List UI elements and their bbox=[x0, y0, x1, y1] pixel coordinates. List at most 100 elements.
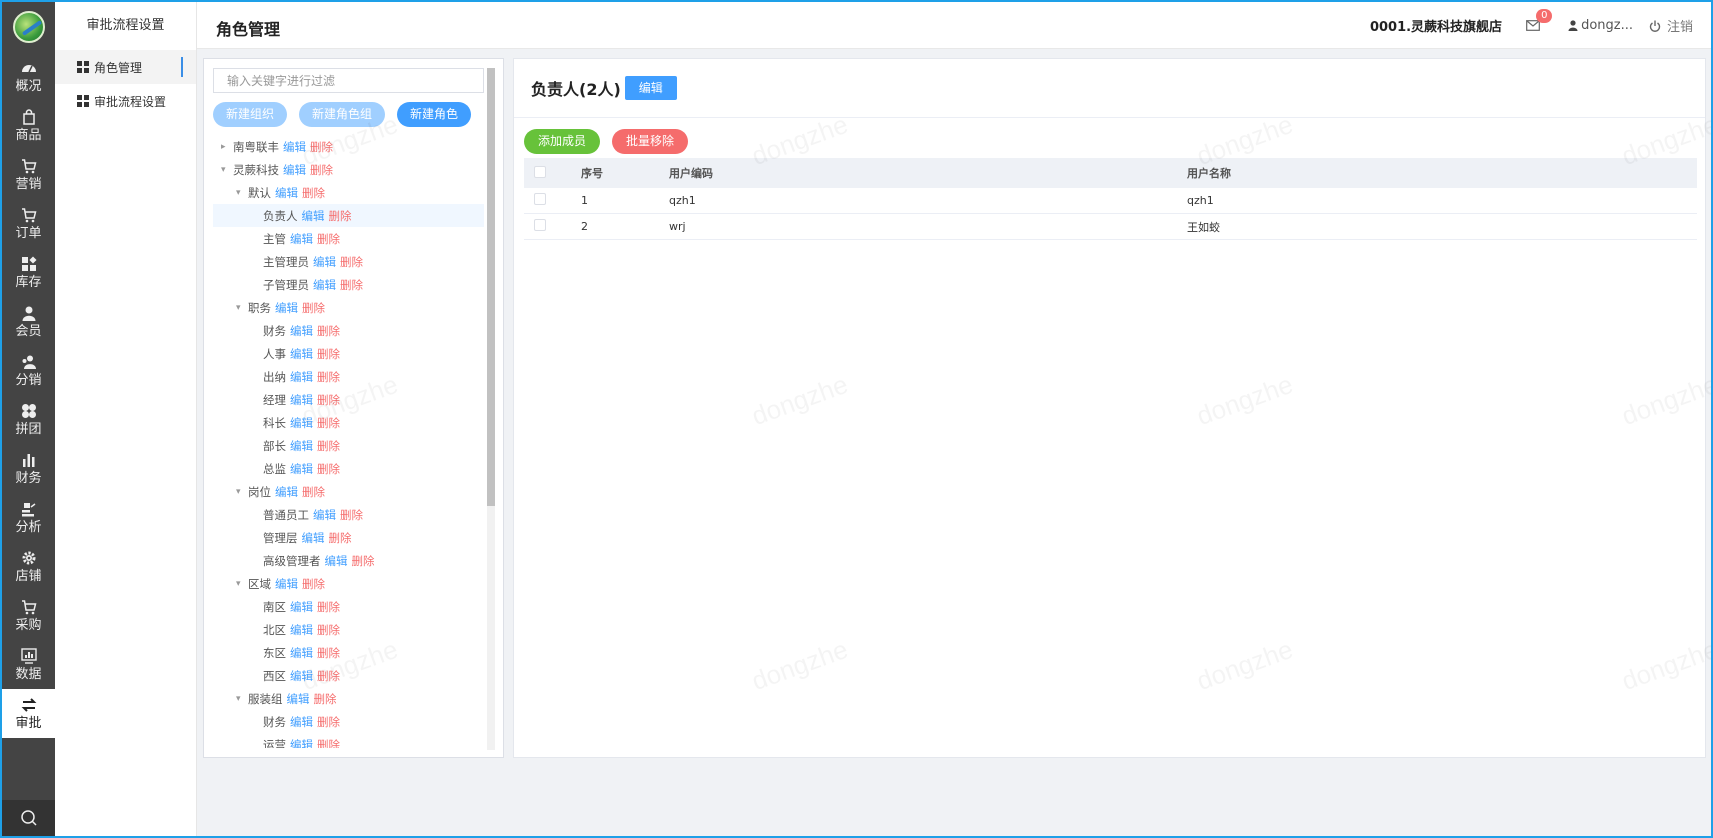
tree-node[interactable]: ▸ 南粤联丰 编辑 删除 bbox=[213, 135, 484, 158]
tree-node[interactable]: ▾ 岗位 编辑 删除 bbox=[213, 480, 484, 503]
tree-edit-link[interactable]: 编辑 bbox=[290, 461, 313, 477]
new-role-group-button[interactable]: 新建角色组 bbox=[299, 102, 386, 127]
nav-item-12[interactable]: 数据 bbox=[2, 640, 55, 689]
tree-node[interactable]: 总监 编辑 删除 bbox=[213, 457, 484, 480]
tree-edit-link[interactable]: 编辑 bbox=[302, 530, 325, 546]
tree-node[interactable]: ▾ 服装组 编辑 删除 bbox=[213, 687, 484, 710]
row-checkbox[interactable] bbox=[534, 193, 546, 205]
tree-node[interactable]: 运营 编辑 删除 bbox=[213, 733, 484, 749]
nav-item-13[interactable]: 审批 bbox=[2, 689, 55, 738]
tree-delete-link[interactable]: 删除 bbox=[317, 668, 340, 684]
tree-delete-link[interactable]: 删除 bbox=[302, 300, 325, 316]
tree-edit-link[interactable]: 编辑 bbox=[290, 714, 313, 730]
new-org-button[interactable]: 新建组织 bbox=[213, 102, 288, 127]
nav-item-4[interactable]: 库存 bbox=[2, 248, 55, 297]
tree-edit-link[interactable]: 编辑 bbox=[325, 553, 348, 569]
shop-name[interactable]: 0001.灵蕨科技旗舰店 bbox=[1370, 16, 1502, 35]
tree-scrollbar[interactable] bbox=[487, 68, 495, 750]
tree-node[interactable]: ▾ 区域 编辑 删除 bbox=[213, 572, 484, 595]
nav-item-2[interactable]: 营销 bbox=[2, 150, 55, 199]
tree-edit-link[interactable]: 编辑 bbox=[313, 507, 336, 523]
tree-edit-link[interactable]: 编辑 bbox=[290, 645, 313, 661]
nav-item-5[interactable]: 会员 bbox=[2, 297, 55, 346]
tree-delete-link[interactable]: 删除 bbox=[302, 185, 325, 201]
tree-node[interactable]: 管理层 编辑 删除 bbox=[213, 526, 484, 549]
tree-edit-link[interactable]: 编辑 bbox=[313, 277, 336, 293]
nav-item-7[interactable]: 拼团 bbox=[2, 395, 55, 444]
tree-delete-link[interactable]: 删除 bbox=[340, 277, 363, 293]
tree-edit-link[interactable]: 编辑 bbox=[290, 668, 313, 684]
tree-node[interactable]: ▾ 灵蕨科技 编辑 删除 bbox=[213, 158, 484, 181]
tree-delete-link[interactable]: 删除 bbox=[317, 438, 340, 454]
tree-edit-link[interactable]: 编辑 bbox=[275, 185, 298, 201]
tree-delete-link[interactable]: 删除 bbox=[317, 392, 340, 408]
mail-button[interactable]: 0 bbox=[1526, 9, 1553, 31]
nav-item-11[interactable]: 采购 bbox=[2, 591, 55, 640]
caret-icon[interactable]: ▾ bbox=[221, 165, 233, 175]
tree-edit-link[interactable]: 编辑 bbox=[275, 300, 298, 316]
tree-edit-link[interactable]: 编辑 bbox=[275, 576, 298, 592]
logout-button[interactable]: 注销 bbox=[1649, 16, 1693, 35]
tree-delete-link[interactable]: 删除 bbox=[302, 484, 325, 500]
tree-delete-link[interactable]: 删除 bbox=[329, 208, 352, 224]
tree-delete-link[interactable]: 删除 bbox=[317, 323, 340, 339]
tree-edit-link[interactable]: 编辑 bbox=[313, 254, 336, 270]
caret-icon[interactable]: ▾ bbox=[236, 188, 248, 198]
tree-delete-link[interactable]: 删除 bbox=[340, 507, 363, 523]
tree-delete-link[interactable]: 删除 bbox=[317, 737, 340, 749]
tree-edit-link[interactable]: 编辑 bbox=[283, 162, 306, 178]
tree-delete-link[interactable]: 删除 bbox=[317, 622, 340, 638]
batch-remove-button[interactable]: 批量移除 bbox=[612, 129, 689, 154]
tree-edit-link[interactable]: 编辑 bbox=[275, 484, 298, 500]
caret-icon[interactable]: ▾ bbox=[236, 303, 248, 313]
tree-node[interactable]: 财务 编辑 删除 bbox=[213, 710, 484, 733]
caret-icon[interactable]: ▾ bbox=[236, 694, 248, 704]
tree-filter-input[interactable] bbox=[213, 68, 484, 93]
tree-delete-link[interactable]: 删除 bbox=[317, 346, 340, 362]
select-all-checkbox[interactable] bbox=[534, 165, 546, 178]
tree-node[interactable]: 负责人 编辑 删除 bbox=[213, 204, 484, 227]
tree-node[interactable]: 北区 编辑 删除 bbox=[213, 618, 484, 641]
tree-delete-link[interactable]: 删除 bbox=[314, 691, 337, 707]
tree-delete-link[interactable]: 删除 bbox=[310, 139, 333, 155]
tree-edit-link[interactable]: 编辑 bbox=[290, 737, 313, 749]
tree-node[interactable]: ▾ 默认 编辑 删除 bbox=[213, 181, 484, 204]
tree-node[interactable]: 子管理员 编辑 删除 bbox=[213, 273, 484, 296]
tree-scrollbar-thumb[interactable] bbox=[487, 68, 495, 506]
caret-icon[interactable]: ▾ bbox=[236, 487, 248, 497]
tree-edit-link[interactable]: 编辑 bbox=[283, 139, 306, 155]
nav-item-9[interactable]: 分析 bbox=[2, 493, 55, 542]
tree-node[interactable]: 高级管理者 编辑 删除 bbox=[213, 549, 484, 572]
table-row[interactable]: 2 wrj 王如蛟 bbox=[524, 214, 1697, 240]
tree-edit-link[interactable]: 编辑 bbox=[290, 346, 313, 362]
tree-delete-link[interactable]: 删除 bbox=[317, 645, 340, 661]
tree-delete-link[interactable]: 删除 bbox=[317, 231, 340, 247]
tree-edit-link[interactable]: 编辑 bbox=[290, 323, 313, 339]
tree-node[interactable]: 出纳 编辑 删除 bbox=[213, 365, 484, 388]
caret-icon[interactable]: ▾ bbox=[236, 579, 248, 589]
tree-edit-link[interactable]: 编辑 bbox=[290, 369, 313, 385]
tree-node[interactable]: 财务 编辑 删除 bbox=[213, 319, 484, 342]
tree-delete-link[interactable]: 删除 bbox=[302, 576, 325, 592]
tree-edit-link[interactable]: 编辑 bbox=[302, 208, 325, 224]
tree-edit-link[interactable]: 编辑 bbox=[290, 231, 313, 247]
row-checkbox[interactable] bbox=[534, 219, 546, 231]
tree-delete-link[interactable]: 删除 bbox=[329, 530, 352, 546]
tree-node[interactable]: 西区 编辑 删除 bbox=[213, 664, 484, 687]
tree-delete-link[interactable]: 删除 bbox=[352, 553, 375, 569]
sidebar-search-button[interactable] bbox=[2, 800, 55, 836]
edit-role-button[interactable]: 编辑 bbox=[624, 76, 677, 100]
tree-node[interactable]: 部长 编辑 删除 bbox=[213, 434, 484, 457]
sub-item-role-management[interactable]: 角色管理 bbox=[55, 50, 196, 84]
tree-node[interactable]: ▾ 职务 编辑 删除 bbox=[213, 296, 484, 319]
tree-edit-link[interactable]: 编辑 bbox=[287, 691, 310, 707]
new-role-button[interactable]: 新建角色 bbox=[397, 102, 472, 127]
nav-item-3[interactable]: 订单 bbox=[2, 199, 55, 248]
tree-delete-link[interactable]: 删除 bbox=[317, 714, 340, 730]
tree-node[interactable]: 经理 编辑 删除 bbox=[213, 388, 484, 411]
tree-delete-link[interactable]: 删除 bbox=[310, 162, 333, 178]
nav-item-0[interactable]: 概况 bbox=[2, 52, 55, 101]
tree-node[interactable]: 科长 编辑 删除 bbox=[213, 411, 484, 434]
tree-node[interactable]: 东区 编辑 删除 bbox=[213, 641, 484, 664]
tree-edit-link[interactable]: 编辑 bbox=[290, 438, 313, 454]
